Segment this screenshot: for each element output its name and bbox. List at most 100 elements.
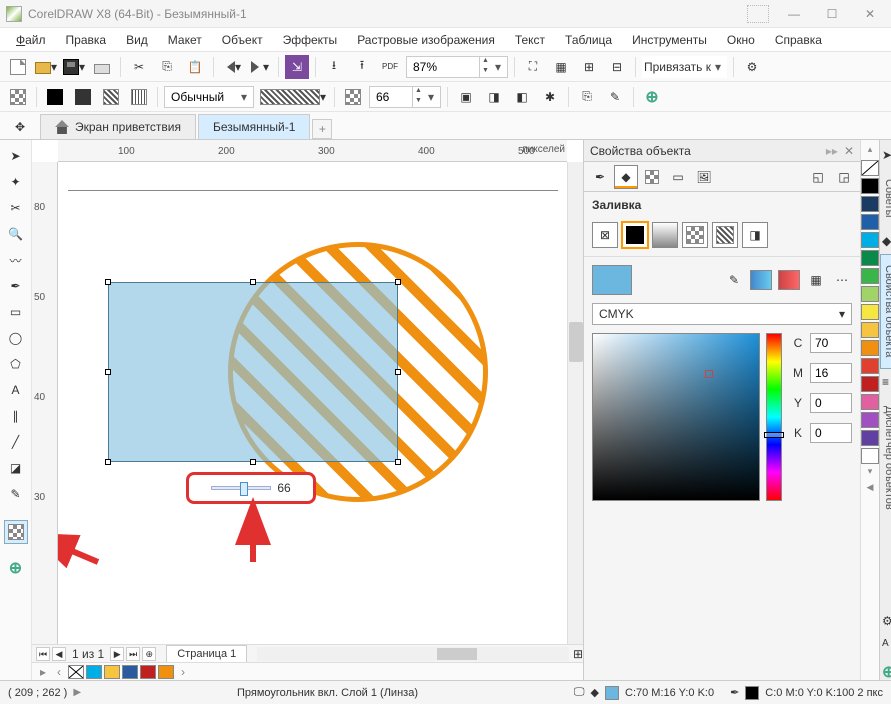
freehand-tool[interactable]: 〰 (4, 248, 28, 272)
color-swatch[interactable] (140, 665, 156, 679)
color-swatch[interactable] (104, 665, 120, 679)
transparency-tool-icon[interactable] (6, 85, 30, 109)
palette-swatch[interactable] (861, 196, 879, 212)
export-button[interactable]: ⭱ (350, 55, 374, 79)
ruler-vertical[interactable]: 80 50 40 30 (32, 162, 58, 644)
blend-mode-input[interactable] (167, 90, 237, 104)
m-input[interactable] (810, 363, 852, 383)
search-content-button[interactable]: ⇲ (285, 55, 309, 79)
edit-trans-button[interactable]: ✎ (603, 85, 627, 109)
pdf-button[interactable]: PDF (378, 55, 402, 79)
open-button[interactable]: ▾ (34, 55, 58, 79)
color-swatch[interactable] (158, 665, 174, 679)
outline-tab[interactable]: ✒ (588, 165, 612, 189)
crop-tool[interactable]: ✂ (4, 196, 28, 220)
palette-next-button[interactable]: › (176, 665, 190, 679)
color-palettes-button[interactable]: ▦ (806, 270, 826, 290)
page-tab[interactable]: Страница 1 (166, 645, 247, 663)
menu-window[interactable]: Окно (719, 31, 763, 49)
texture-fill-button[interactable] (712, 222, 738, 248)
pick-tool[interactable]: ➤ (4, 144, 28, 168)
no-fill-button[interactable]: ⊠ (592, 222, 618, 248)
menu-bitmaps[interactable]: Растровые изображения (349, 31, 503, 49)
outline-pen-icon[interactable]: ✒ (730, 686, 739, 699)
undo-button[interactable]: ▾ (220, 55, 244, 79)
palette-swatch[interactable] (861, 304, 879, 320)
ruler-horizontal[interactable]: 100 200 300 400 500 пикселей (58, 140, 567, 162)
artistic-tool[interactable]: ✒ (4, 274, 28, 298)
expand-toolbox-button[interactable]: ⊕ (4, 556, 28, 580)
palette-swatch[interactable] (861, 394, 879, 410)
postscript-fill-button[interactable]: ◨ (742, 222, 768, 248)
menu-object[interactable]: Объект (214, 31, 271, 49)
zoom-tool[interactable]: 🔍 (4, 222, 28, 246)
fountain-trans-button[interactable] (71, 85, 95, 109)
c-input[interactable] (810, 333, 852, 353)
k-input[interactable] (810, 423, 852, 443)
palette-swatch[interactable] (861, 232, 879, 248)
palette-swatch[interactable] (861, 412, 879, 428)
fill-tab[interactable]: ◆ (614, 165, 638, 189)
zoom-dropdown[interactable]: ▲▼ ▾ (406, 56, 508, 78)
collapse-button[interactable]: ◲ (832, 165, 856, 189)
outline-swatch[interactable] (745, 686, 759, 700)
palette-swatch[interactable] (861, 322, 879, 338)
apply-outline-button[interactable]: ◧ (510, 85, 534, 109)
palette-swatch[interactable] (861, 286, 879, 302)
first-page-button[interactable]: ⏮ (36, 647, 50, 661)
last-page-button[interactable]: ⏭ (126, 647, 140, 661)
pattern-trans-button[interactable] (99, 85, 123, 109)
parallel-tool[interactable]: ∥ (4, 404, 28, 428)
pattern-fill-button[interactable] (682, 222, 708, 248)
maximize-button[interactable]: ☐ (817, 4, 847, 24)
more-options-button[interactable]: ⋯ (832, 270, 852, 290)
options-button[interactable]: ⚙ (740, 55, 764, 79)
close-button[interactable]: ✕ (855, 4, 885, 24)
pattern-preview[interactable]: ▾ (258, 85, 328, 109)
image-tab[interactable]: 🖼 (692, 165, 716, 189)
tab-welcome[interactable]: Экран приветствия (40, 114, 196, 139)
paste-button[interactable]: 📋 (183, 55, 207, 79)
uniform-fill-button[interactable] (622, 222, 648, 248)
palette-down-button[interactable]: ▾ (861, 466, 879, 480)
hue-slider[interactable] (766, 333, 782, 501)
new-tab-button[interactable]: + (312, 119, 332, 139)
minimize-button[interactable]: — (779, 4, 809, 24)
new-doc-button[interactable] (6, 55, 30, 79)
shape-tool[interactable]: ✦ (4, 170, 28, 194)
next-page-button[interactable]: ▶ (110, 647, 124, 661)
object-manager-docker-tab[interactable]: Диспетчер объектов (880, 395, 891, 521)
detach-button[interactable]: ◱ (806, 165, 830, 189)
palette-swatch[interactable] (861, 358, 879, 374)
hue-cursor[interactable] (764, 432, 784, 438)
blend-mode-dropdown[interactable]: ▾ (164, 86, 254, 108)
guides-button[interactable]: ⊟ (605, 55, 629, 79)
docker-close-button[interactable]: ✕ (844, 144, 854, 158)
menu-layout[interactable]: Макет (160, 31, 210, 49)
add-docker-button[interactable]: ⊕ (882, 662, 891, 676)
add-page-button[interactable]: ⊕ (142, 647, 156, 661)
opacity-input[interactable] (372, 90, 412, 104)
copy-button[interactable]: ⎘ (155, 55, 179, 79)
color-swatch[interactable] (122, 665, 138, 679)
navigator-button[interactable]: ⊞ (573, 647, 583, 661)
copy-trans-button[interactable]: ⎘ (575, 85, 599, 109)
palette-swatch[interactable] (861, 250, 879, 266)
fill-icon[interactable]: ◆ (591, 686, 599, 699)
palette-swatch[interactable] (861, 376, 879, 392)
fountain-fill-button[interactable] (652, 222, 678, 248)
uniform-trans-button[interactable] (43, 85, 67, 109)
bitmap-trans-button[interactable] (127, 85, 151, 109)
menu-view[interactable]: Вид (118, 31, 156, 49)
polygon-tool[interactable]: ⬠ (4, 352, 28, 376)
color-viewer-button[interactable] (750, 270, 772, 290)
color-model-dropdown[interactable]: CMYK▾ (592, 303, 852, 325)
apply-all-button[interactable]: ▣ (454, 85, 478, 109)
blue-rectangle-object[interactable] (108, 282, 398, 462)
import-button[interactable]: ⭳ (322, 55, 346, 79)
eyedropper-button[interactable]: ✎ (724, 270, 744, 290)
menu-edit[interactable]: Правка (58, 31, 115, 49)
no-color-swatch[interactable] (861, 160, 879, 176)
menu-tools[interactable]: Инструменты (624, 31, 715, 49)
print-button[interactable] (90, 55, 114, 79)
